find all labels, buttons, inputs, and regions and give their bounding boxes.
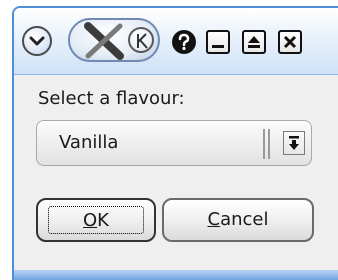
ok-button[interactable]: OK <box>36 198 156 242</box>
chevron-down-icon <box>29 36 45 46</box>
minimize-button[interactable] <box>206 30 230 54</box>
help-icon <box>178 33 190 51</box>
dialog-window: Select a flavour: Vanilla OK Cancel <box>12 6 338 280</box>
title-bar[interactable] <box>14 8 338 75</box>
close-button[interactable] <box>278 30 302 54</box>
cancel-label: ancel <box>220 209 269 230</box>
maximize-icon <box>248 36 260 48</box>
combo-grip <box>263 129 273 159</box>
k-logo-icon <box>128 27 154 53</box>
ok-mnemonic: O <box>83 210 98 231</box>
arrow-down-icon <box>289 136 299 150</box>
app-identity-button[interactable] <box>68 18 160 62</box>
maximize-button[interactable] <box>242 30 266 54</box>
cancel-button[interactable]: Cancel <box>162 198 314 242</box>
flavour-combobox[interactable]: Vanilla <box>36 120 312 166</box>
x-logo-icon <box>84 22 124 60</box>
minimize-icon <box>212 45 224 48</box>
ok-label: K <box>97 210 109 231</box>
cancel-mnemonic: C <box>207 209 221 230</box>
combo-selected-value: Vanilla <box>59 132 119 153</box>
focus-ring: OK <box>48 206 144 234</box>
prompt-label: Select a flavour: <box>38 88 185 109</box>
help-button[interactable] <box>172 30 196 54</box>
close-icon <box>283 35 297 49</box>
window-menu-button[interactable] <box>22 26 52 56</box>
window-bottom-border <box>14 270 338 280</box>
combo-dropdown-button[interactable] <box>283 131 305 155</box>
